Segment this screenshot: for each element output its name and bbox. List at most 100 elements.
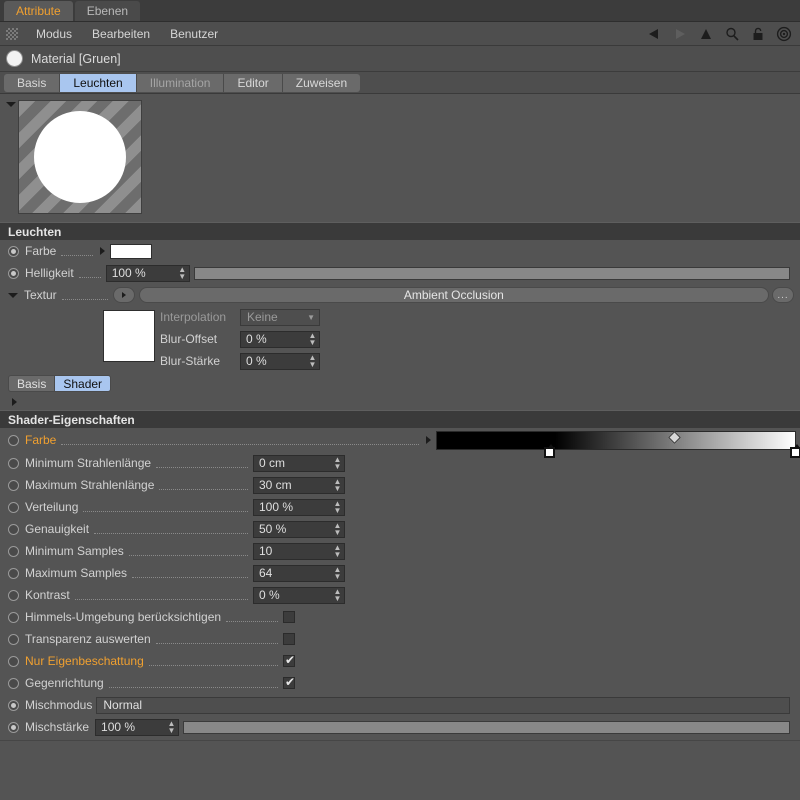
- animation-dot[interactable]: [8, 524, 19, 535]
- triangle-down-icon[interactable]: [8, 293, 18, 298]
- interpolation-select[interactable]: Keine ▼: [240, 309, 320, 326]
- spinner-icon[interactable]: ▲▼: [167, 720, 176, 734]
- field-input[interactable]: 64 ▲▼: [253, 565, 345, 582]
- textur-preview-swatch[interactable]: [103, 310, 155, 362]
- mischmodus-select[interactable]: Normal: [96, 697, 790, 714]
- row-shader-farbe: Farbe: [0, 428, 800, 452]
- menu-item-bearbeiten[interactable]: Bearbeiten: [82, 22, 160, 46]
- page-title: Material [Gruen]: [31, 52, 121, 66]
- shader-farbe-animation-dot[interactable]: [8, 435, 19, 446]
- field-value: 10: [259, 544, 272, 558]
- animation-dot[interactable]: [8, 480, 19, 491]
- textur-more-button[interactable]: ...: [772, 287, 794, 303]
- up-arrow-icon[interactable]: [698, 26, 714, 42]
- spinner-icon[interactable]: ▲▼: [333, 456, 342, 470]
- animation-dot[interactable]: [8, 502, 19, 513]
- dot-leader: [61, 435, 419, 445]
- field-label: Maximum Strahlenlänge: [25, 478, 154, 492]
- window-tab-strip: Attribute Ebenen: [0, 0, 800, 22]
- animation-dot[interactable]: [8, 634, 19, 645]
- field-input[interactable]: 10 ▲▼: [253, 543, 345, 560]
- menu-item-benutzer[interactable]: Benutzer: [160, 22, 228, 46]
- shader-tab-shader[interactable]: Shader: [55, 375, 111, 392]
- blur-offset-input[interactable]: 0 % ▲▼: [240, 331, 320, 348]
- field-input[interactable]: 0 % ▲▼: [253, 587, 345, 604]
- row-farbe: Farbe: [0, 240, 800, 262]
- shader-expand-row: [0, 394, 800, 410]
- triangle-right-icon[interactable]: [100, 247, 105, 255]
- blur-staerke-input[interactable]: 0 % ▲▼: [240, 353, 320, 370]
- textur-shader-field[interactable]: Ambient Occlusion: [139, 287, 769, 303]
- spinner-icon[interactable]: ▲▼: [333, 566, 342, 580]
- helligkeit-input[interactable]: 100 % ▲▼: [106, 265, 190, 282]
- farbe-animation-dot[interactable]: [8, 246, 19, 257]
- mischstaerke-input[interactable]: 100 % ▲▼: [95, 719, 179, 736]
- helligkeit-animation-dot[interactable]: [8, 268, 19, 279]
- back-arrow-icon[interactable]: [646, 26, 662, 42]
- checkbox[interactable]: [283, 655, 295, 667]
- mischstaerke-slider[interactable]: [183, 721, 790, 734]
- target-icon[interactable]: [776, 26, 792, 42]
- field-value: 64: [259, 566, 272, 580]
- search-icon[interactable]: [724, 26, 740, 42]
- field-input[interactable]: 50 %▲▼: [253, 521, 345, 538]
- dot-leader: [62, 290, 108, 300]
- textur-label: Textur: [24, 288, 57, 302]
- object-header: Material [Gruen]: [0, 46, 800, 72]
- mischstaerke-value: 100 %: [101, 720, 135, 734]
- checkbox[interactable]: [283, 677, 295, 689]
- checkbox[interactable]: [283, 633, 295, 645]
- spinner-icon[interactable]: ▲▼: [333, 500, 342, 514]
- forward-arrow-icon[interactable]: [672, 26, 688, 42]
- spinner-icon[interactable]: ▲▼: [308, 354, 317, 368]
- tab-illumination[interactable]: Illumination: [137, 74, 225, 92]
- spinner-icon[interactable]: ▲▼: [178, 266, 187, 280]
- material-sphere-icon: [6, 50, 23, 67]
- field-input[interactable]: 100 %▲▼: [253, 499, 345, 516]
- grip-dots-icon[interactable]: [6, 28, 18, 40]
- tab-editor[interactable]: Editor: [224, 74, 282, 92]
- shader-checkbox-fields: Himmels-Umgebung berücksichtigen Transpar…: [0, 606, 800, 694]
- field-input[interactable]: 30 cm▲▼: [253, 477, 345, 494]
- lock-icon[interactable]: [750, 26, 766, 42]
- material-preview-thumbnail[interactable]: [18, 100, 142, 214]
- animation-dot[interactable]: [8, 612, 19, 623]
- mischmodus-label: Mischmodus: [25, 698, 92, 712]
- dot-leader: [75, 590, 248, 600]
- blur-offset-value: 0 %: [246, 332, 267, 346]
- spinner-icon[interactable]: ▲▼: [333, 522, 342, 536]
- spinner-icon[interactable]: ▲▼: [333, 478, 342, 492]
- tab-zuweisen[interactable]: Zuweisen: [283, 74, 360, 92]
- checkbox[interactable]: [283, 611, 295, 623]
- field-value: 0 %: [259, 588, 280, 602]
- row-shader-checkbox: Gegenrichtung: [0, 672, 800, 694]
- animation-dot[interactable]: [8, 590, 19, 601]
- gradient-bar[interactable]: [436, 431, 796, 450]
- animation-dot[interactable]: [8, 656, 19, 667]
- checkbox-label: Transparenz auswerten: [25, 632, 151, 646]
- tab-leuchten[interactable]: Leuchten: [60, 74, 136, 92]
- textur-play-button[interactable]: [113, 287, 135, 303]
- animation-dot[interactable]: [8, 458, 19, 469]
- spinner-icon[interactable]: ▲▼: [333, 588, 342, 602]
- animation-dot[interactable]: [8, 678, 19, 689]
- triangle-right-icon[interactable]: [426, 436, 431, 444]
- row-shader-checkbox: Himmels-Umgebung berücksichtigen: [0, 606, 800, 628]
- spinner-icon[interactable]: ▲▼: [308, 332, 317, 346]
- shader-tab-basis[interactable]: Basis: [8, 375, 55, 392]
- animation-dot[interactable]: [8, 568, 19, 579]
- gradient-editor[interactable]: [436, 429, 796, 451]
- mischstaerke-animation-dot[interactable]: [8, 722, 19, 733]
- farbe-color-swatch[interactable]: [110, 244, 152, 259]
- field-input[interactable]: 0 cm▲▼: [253, 455, 345, 472]
- animation-dot[interactable]: [8, 546, 19, 557]
- mischmodus-animation-dot[interactable]: [8, 700, 19, 711]
- window-tab-ebenen[interactable]: Ebenen: [75, 1, 140, 21]
- spinner-icon[interactable]: ▲▼: [333, 544, 342, 558]
- helligkeit-slider[interactable]: [194, 267, 790, 280]
- triangle-down-icon[interactable]: [6, 102, 16, 107]
- triangle-right-icon[interactable]: [12, 398, 17, 406]
- menu-item-modus[interactable]: Modus: [26, 22, 82, 46]
- window-tab-attribute[interactable]: Attribute: [4, 1, 73, 21]
- tab-basis[interactable]: Basis: [4, 74, 60, 92]
